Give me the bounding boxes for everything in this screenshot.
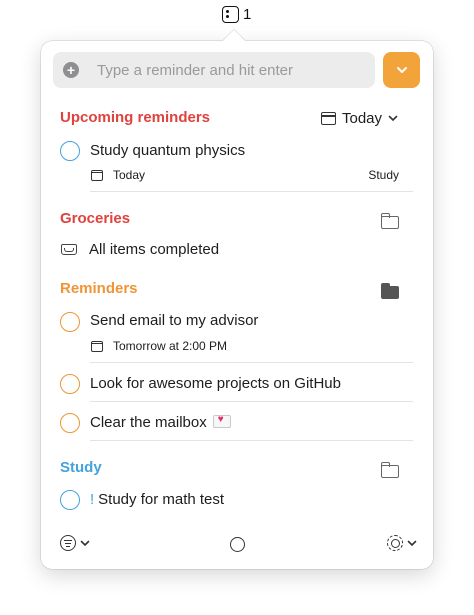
reminder-input[interactable]: [97, 61, 357, 79]
calendar-icon: [321, 112, 336, 125]
new-reminder-bar: +: [53, 52, 421, 88]
calendar-icon: [91, 169, 103, 181]
section-title-upcoming: Upcoming reminders: [60, 109, 211, 126]
reminder-checkbox[interactable]: [60, 374, 80, 394]
divider: [90, 191, 413, 192]
reminder-checkbox[interactable]: [60, 490, 80, 510]
reminder-input-container[interactable]: +: [53, 52, 375, 88]
tray-icon: [61, 244, 77, 255]
reminder-title[interactable]: Look for awesome projects on GitHub: [90, 375, 341, 392]
reminder-checkbox[interactable]: [60, 141, 80, 161]
folder-outline-icon[interactable]: [380, 462, 399, 478]
section-title-groceries: Groceries: [60, 210, 131, 227]
due-date-text: Today: [113, 168, 146, 182]
reminder-list-tag: Study: [368, 168, 399, 182]
reminder-item[interactable]: Clear the mailbox: [90, 414, 231, 431]
reminder-checkbox[interactable]: [60, 312, 80, 332]
chevron-down-icon: [407, 540, 417, 546]
reminder-title[interactable]: Send email to my advisor: [90, 312, 258, 329]
divider: [90, 362, 413, 363]
reminders-menubar-icon: [222, 5, 239, 23]
love-letter-icon: [212, 414, 231, 428]
reminder-due-date: Tomorrow at 2:00 PM: [91, 339, 227, 353]
groceries-status: All items completed: [89, 241, 220, 258]
circle-icon[interactable]: [230, 537, 245, 552]
list-dropdown-button[interactable]: [383, 52, 420, 88]
filter-icon: [60, 535, 76, 551]
calendar-icon: [91, 340, 103, 352]
reminder-checkbox[interactable]: [60, 413, 80, 433]
due-date-text: Tomorrow at 2:00 PM: [113, 339, 228, 353]
reminder-due-date: Today: [91, 168, 145, 182]
reminder-title[interactable]: Study quantum physics: [90, 142, 245, 159]
chevron-down-icon: [388, 115, 398, 122]
priority-marker: !: [90, 491, 95, 508]
menubar-status-item[interactable]: 1: [222, 4, 251, 24]
divider: [90, 401, 413, 402]
chevron-down-icon: [396, 67, 407, 73]
reminder-title: Clear the mailbox: [90, 414, 207, 431]
plus-circle-icon: +: [63, 62, 79, 78]
section-title-reminders: Reminders: [60, 280, 138, 297]
folder-outline-icon[interactable]: [380, 213, 399, 229]
reminder-title: Study for math test: [98, 491, 225, 508]
gear-icon: [387, 535, 403, 551]
upcoming-filter-select[interactable]: Today: [321, 110, 398, 127]
folder-filled-icon[interactable]: [380, 283, 399, 299]
upcoming-filter-label: Today: [342, 110, 383, 127]
popover-footer: [60, 535, 417, 557]
reminders-popover: + Upcoming reminders Today Study quantum…: [41, 41, 433, 569]
chevron-down-icon: [80, 540, 90, 546]
settings-menu-button[interactable]: [387, 535, 417, 551]
divider: [90, 440, 413, 441]
menubar-count: 1: [243, 5, 252, 23]
filter-menu-button[interactable]: [60, 535, 90, 551]
section-title-study: Study: [60, 459, 102, 476]
reminder-item[interactable]: ! Study for math test: [90, 491, 224, 508]
